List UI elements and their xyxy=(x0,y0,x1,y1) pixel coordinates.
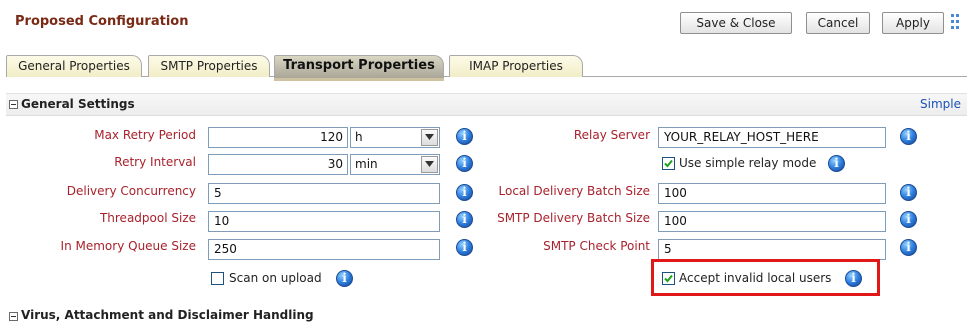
relay-server-label: Relay Server xyxy=(573,128,650,142)
in-memory-queue-size-label: In Memory Queue Size xyxy=(60,239,196,253)
general-settings-title: General Settings xyxy=(21,97,135,111)
info-icon[interactable]: i xyxy=(456,155,473,172)
tab-general-properties[interactable]: General Properties xyxy=(6,55,142,77)
smtp-check-point-input[interactable]: 5 xyxy=(658,239,886,260)
cancel-button[interactable]: Cancel xyxy=(806,12,870,34)
smtp-delivery-batch-size-input[interactable]: 100 xyxy=(658,211,886,232)
simple-view-link[interactable]: Simple xyxy=(920,97,961,111)
threadpool-size-label: Threadpool Size xyxy=(99,211,196,225)
virus-section-title: Virus, Attachment and Disclaimer Handlin… xyxy=(21,308,314,322)
threadpool-size-input[interactable]: 10 xyxy=(208,211,440,232)
scan-on-upload-label: Scan on upload xyxy=(229,271,322,285)
checkmark-icon xyxy=(664,159,673,168)
info-icon[interactable]: i xyxy=(456,184,473,201)
collapse-toggle-icon[interactable] xyxy=(9,100,18,109)
use-simple-relay-mode-checkbox[interactable] xyxy=(662,157,675,170)
save-close-button[interactable]: Save & Close xyxy=(680,12,792,34)
info-icon[interactable]: i xyxy=(900,239,917,256)
smtp-delivery-batch-size-label: SMTP Delivery Batch Size xyxy=(497,211,650,225)
delivery-concurrency-label: Delivery Concurrency xyxy=(66,184,196,198)
scan-on-upload-checkbox[interactable] xyxy=(211,272,224,285)
info-icon[interactable]: i xyxy=(336,270,353,287)
max-retry-period-label: Max Retry Period xyxy=(94,128,196,142)
delivery-concurrency-input[interactable]: 5 xyxy=(208,183,440,204)
use-simple-relay-mode-label: Use simple relay mode xyxy=(679,156,817,170)
info-icon[interactable]: i xyxy=(456,128,473,145)
max-retry-period-input[interactable]: 120 xyxy=(208,127,348,148)
tab-smtp-properties[interactable]: SMTP Properties xyxy=(148,55,270,77)
retry-interval-unit-value: min xyxy=(355,157,378,171)
page-title: Proposed Configuration xyxy=(15,14,189,29)
apply-button[interactable]: Apply xyxy=(882,12,944,34)
general-settings-header xyxy=(6,93,967,116)
in-memory-queue-size-input[interactable]: 250 xyxy=(208,239,440,260)
info-icon[interactable]: i xyxy=(828,155,845,172)
info-icon[interactable]: i xyxy=(456,239,473,256)
relay-server-input[interactable]: YOUR_RELAY_HOST_HERE xyxy=(658,127,886,148)
chevron-down-icon[interactable] xyxy=(421,156,438,173)
local-delivery-batch-size-input[interactable]: 100 xyxy=(658,183,886,204)
max-retry-period-unit-value: h xyxy=(355,130,363,144)
max-retry-period-unit-select[interactable]: h xyxy=(350,127,440,148)
collapse-toggle-icon[interactable] xyxy=(9,312,18,321)
retry-interval-label: Retry Interval xyxy=(114,155,196,169)
drag-handle-icon[interactable] xyxy=(951,12,961,34)
retry-interval-input[interactable]: 30 xyxy=(208,154,348,175)
tab-transport-properties[interactable]: Transport Properties xyxy=(274,55,444,81)
smtp-check-point-label: SMTP Check Point xyxy=(543,239,650,253)
local-delivery-batch-size-label: Local Delivery Batch Size xyxy=(498,184,650,198)
chevron-down-icon[interactable] xyxy=(421,129,438,146)
retry-interval-unit-select[interactable]: min xyxy=(350,154,440,175)
info-icon[interactable]: i xyxy=(900,211,917,228)
highlight-annotation-box xyxy=(651,259,880,296)
info-icon[interactable]: i xyxy=(456,211,473,228)
info-icon[interactable]: i xyxy=(900,184,917,201)
tab-imap-properties[interactable]: IMAP Properties xyxy=(449,55,583,77)
info-icon[interactable]: i xyxy=(900,128,917,145)
